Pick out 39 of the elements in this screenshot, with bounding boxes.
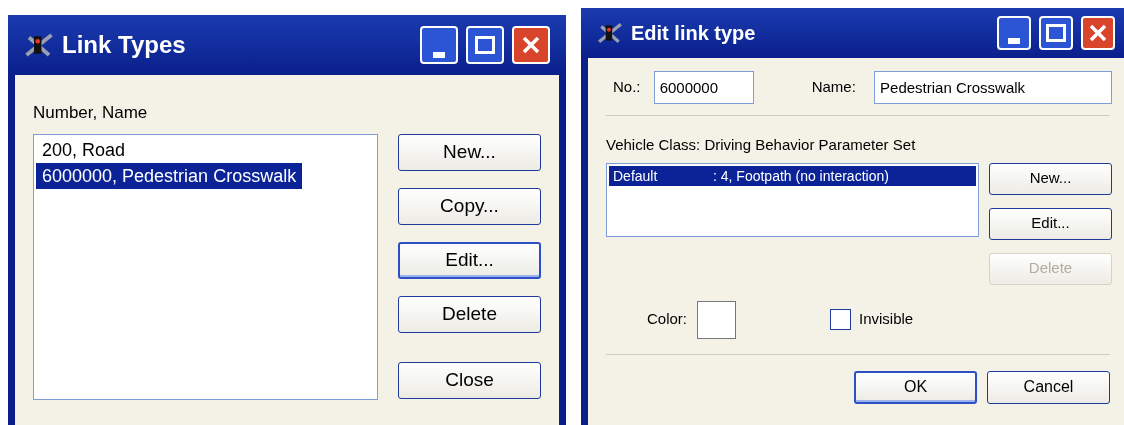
dialog-button[interactable]: Delete <box>398 295 541 333</box>
minimize-button[interactable] <box>420 26 458 64</box>
maximize-button[interactable] <box>466 26 504 64</box>
window-title: Link Types <box>62 30 187 60</box>
list-row[interactable]: Default : 4, Footpath (no interaction) <box>609 165 976 186</box>
minimize-button[interactable] <box>997 16 1031 50</box>
dialog-button[interactable]: OK <box>854 370 977 404</box>
list-label: Number, Name <box>33 102 149 124</box>
number-field[interactable]: 6000000 <box>653 71 754 104</box>
color-label: Color: <box>647 309 687 330</box>
parameter-set-text: : 4, Footpath (no interaction) <box>713 166 889 186</box>
minimize-icon <box>433 52 445 58</box>
list-item[interactable]: 6000000, Pedestrian Crosswalk <box>36 162 303 189</box>
dialog-button[interactable]: New... <box>398 133 541 171</box>
color-swatch[interactable] <box>697 300 736 339</box>
close-button[interactable] <box>512 26 550 64</box>
maximize-icon <box>475 36 495 54</box>
maximize-button[interactable] <box>1039 16 1073 50</box>
dialog-button[interactable]: Edit... <box>398 241 541 279</box>
name-label: Name: <box>811 77 857 98</box>
invisible-checkbox[interactable] <box>830 309 851 330</box>
dialog-button[interactable]: Cancel <box>987 370 1110 404</box>
list-label: Vehicle Class: Driving Behavior Parameter Set <box>606 135 917 155</box>
dialog-button[interactable]: New... <box>989 162 1112 195</box>
vehicle-class-text: Default <box>613 166 659 186</box>
number-label: No.: <box>612 77 642 98</box>
close-button[interactable] <box>1081 16 1115 50</box>
close-icon <box>1088 23 1108 43</box>
checkbox-label: Invisible <box>859 309 914 330</box>
maximize-icon <box>1046 24 1066 42</box>
window-title: Edit link type <box>631 21 757 46</box>
name-field[interactable]: Pedestrian Crosswalk <box>874 71 1112 104</box>
close-icon <box>521 35 541 55</box>
list-item[interactable]: 200, Road <box>36 136 132 163</box>
dialog-button[interactable]: Copy... <box>398 187 541 225</box>
minimize-icon <box>1008 38 1020 44</box>
dialog-button[interactable]: Close <box>398 361 541 399</box>
traffic-light-icon <box>597 20 623 46</box>
dialog-button[interactable]: Edit... <box>989 207 1112 240</box>
